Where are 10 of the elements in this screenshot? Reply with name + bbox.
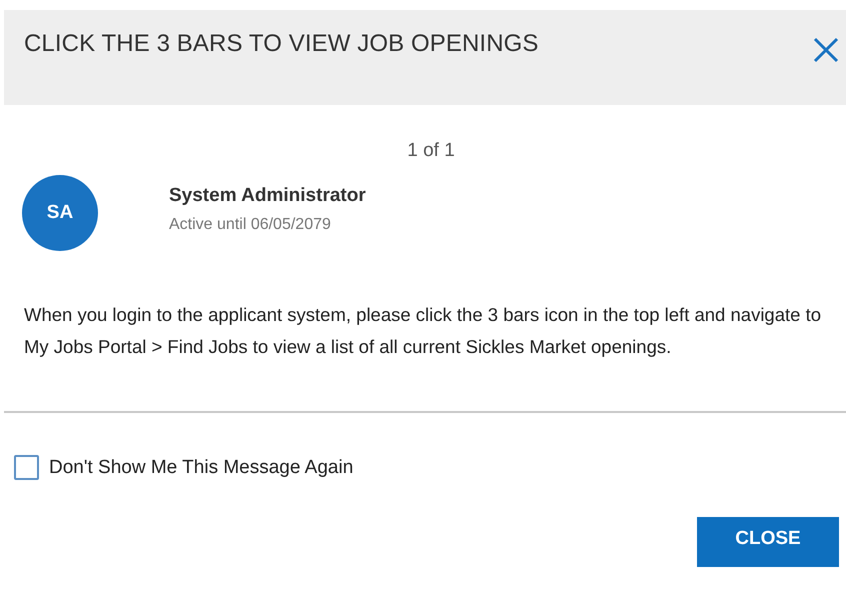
checkbox-label: Don't Show Me This Message Again [49,456,354,478]
page-counter: 1 of 1 [407,140,455,162]
message-text: When you login to the applicant system, please click the 3 bars icon in the top left and navigate to My Jobs Portal > Find Jobs to view a list of all current Sickles Market openings. [24,303,822,359]
checkbox[interactable] [14,455,39,480]
avatar: SA [22,175,98,251]
sender-status: Active until 06/05/2079 [169,216,332,234]
dialog-title: CLICK THE 3 BARS TO VIEW JOB OPENINGS [24,30,538,58]
close-icon[interactable] [812,36,840,64]
sender-name: System Administrator [169,184,366,206]
close-button[interactable]: CLOSE [697,517,839,567]
